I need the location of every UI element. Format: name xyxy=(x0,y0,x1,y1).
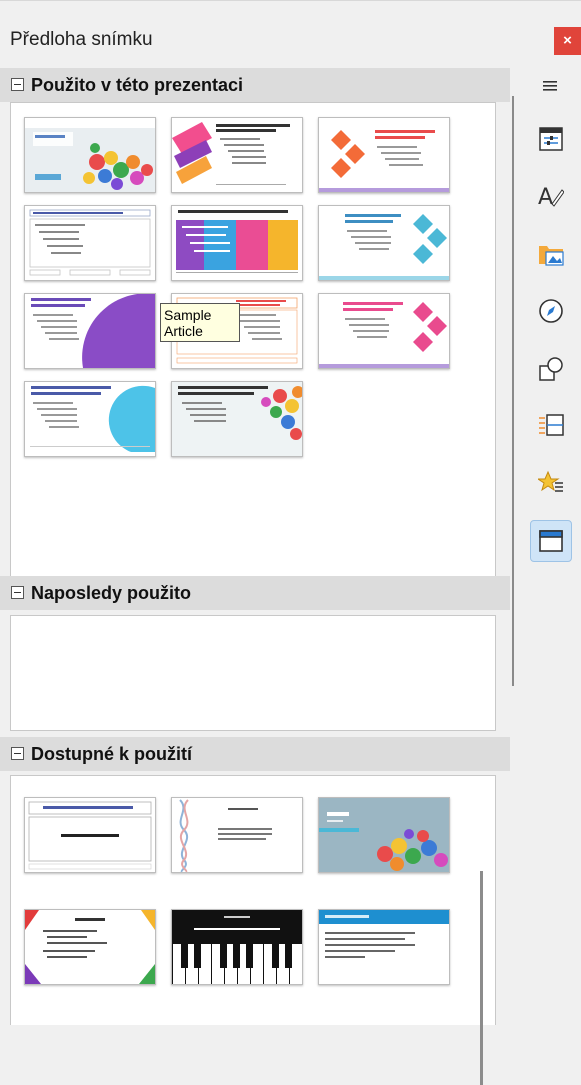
section-recent-label: Naposledy použito xyxy=(31,583,192,603)
section-available-label: Dostupné k použití xyxy=(31,744,192,764)
sidebar-tabbar: A xyxy=(510,64,581,1021)
master-thumb-purple-circle[interactable] xyxy=(24,293,156,369)
panel-titlebar: Předloha snímku × xyxy=(0,0,581,65)
shapes-icon[interactable] xyxy=(530,348,572,390)
master-thumb-colored-corners[interactable] xyxy=(24,909,156,985)
master-slides-icon[interactable] xyxy=(530,520,572,562)
section-used-label: Použito v této prezentaci xyxy=(31,75,244,95)
section-used-body: Sample Article xyxy=(10,102,496,602)
master-thumb-pink-diamonds[interactable] xyxy=(318,293,450,369)
close-button[interactable]: × xyxy=(554,27,581,55)
tabbar-separator xyxy=(512,96,514,686)
collapse-icon[interactable] xyxy=(11,78,24,91)
master-thumb-orange-diamonds[interactable] xyxy=(318,117,450,193)
svg-text:A: A xyxy=(538,185,553,208)
slide-transition-icon[interactable] xyxy=(530,404,572,446)
section-available-body xyxy=(10,775,496,1025)
master-thumb-teal-diamonds[interactable] xyxy=(318,205,450,281)
master-thumb-pink-stripes[interactable] xyxy=(171,117,303,193)
section-recent-header[interactable]: Naposledy použito xyxy=(0,576,510,610)
master-thumb-cyan-circle[interactable] xyxy=(24,381,156,457)
master-thumb-color-columns[interactable] xyxy=(171,205,303,281)
section-available-header[interactable]: Dostupné k použití xyxy=(0,737,510,771)
animation-icon[interactable] xyxy=(530,462,572,504)
master-thumb-dna-left[interactable] xyxy=(171,797,303,873)
section-recent-body xyxy=(10,615,496,731)
master-thumb-blue-header[interactable] xyxy=(318,909,450,985)
properties-icon[interactable] xyxy=(530,118,572,160)
master-slides-deck: Použito v této prezentaci Sample Article… xyxy=(0,64,510,1085)
master-thumb-piano[interactable] xyxy=(171,909,303,985)
styles-icon[interactable]: A xyxy=(530,174,572,216)
collapse-icon[interactable] xyxy=(11,747,24,760)
available-scrollbar[interactable] xyxy=(480,871,483,1085)
navigator-icon[interactable] xyxy=(530,290,572,332)
master-thumb-outline-plain[interactable] xyxy=(24,205,156,281)
master-thumb-candy-corner[interactable] xyxy=(171,381,303,457)
section-used-header[interactable]: Použito v této prezentaci xyxy=(0,68,510,102)
menu-icon[interactable] xyxy=(530,66,572,108)
thumb-tooltip: Sample Article xyxy=(160,303,240,342)
master-thumb-candy-lorem[interactable] xyxy=(318,797,450,873)
master-thumb-candy-photo[interactable] xyxy=(24,117,156,193)
gallery-icon[interactable] xyxy=(530,232,572,274)
master-thumb-plain-title[interactable] xyxy=(24,797,156,873)
collapse-icon[interactable] xyxy=(11,586,24,599)
panel-title: Předloha snímku xyxy=(10,29,153,50)
